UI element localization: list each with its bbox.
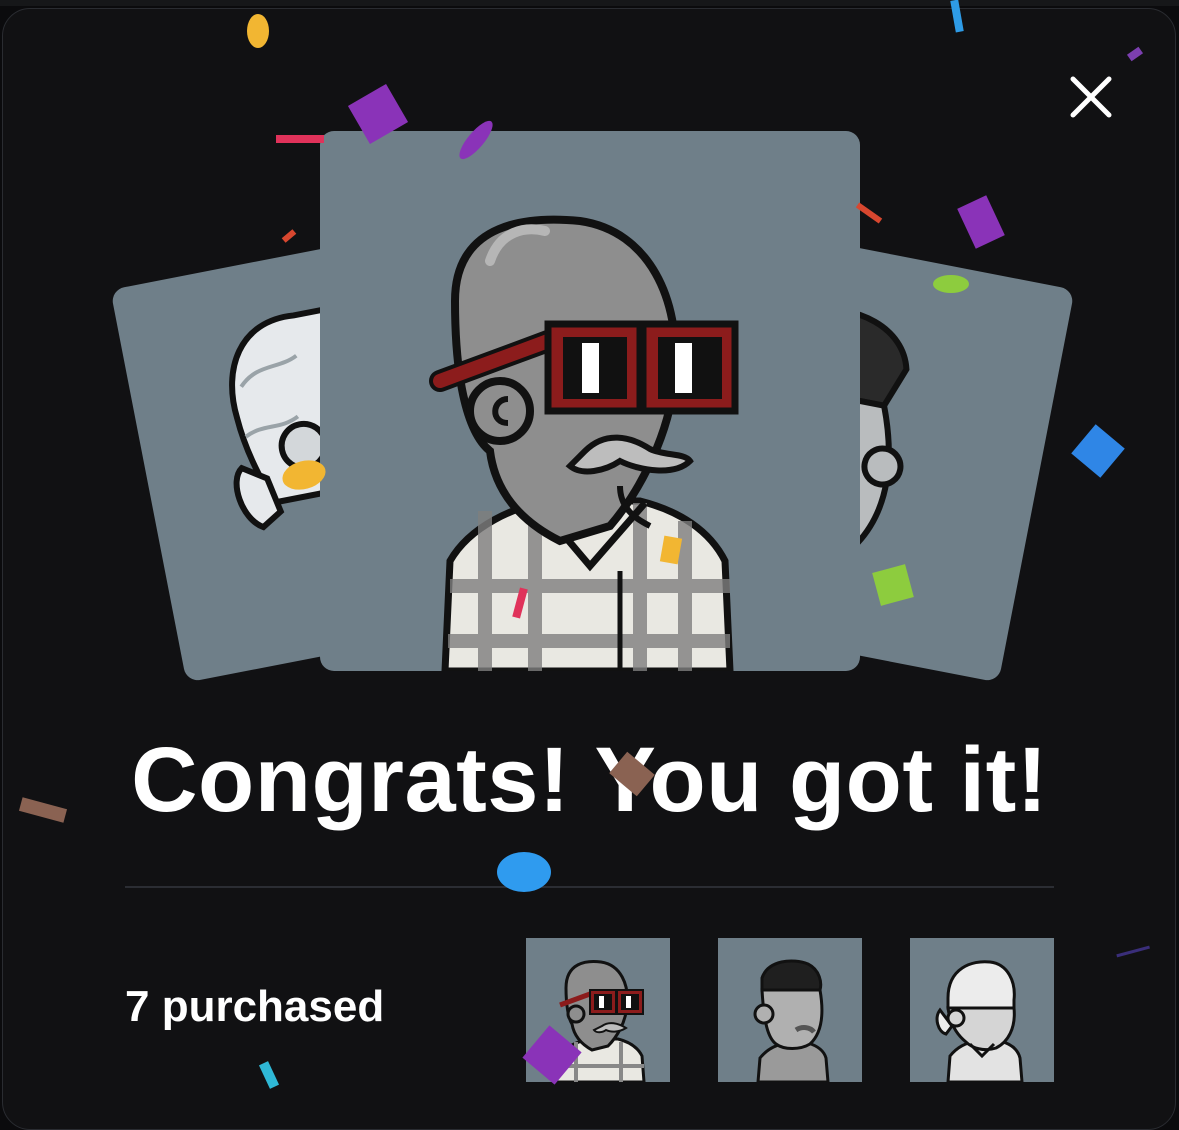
purchased-count: 7 purchased	[125, 982, 385, 1031]
purchased-thumbnail-3[interactable]	[910, 938, 1054, 1082]
avatar-bald-red-glasses-illustration	[429, 215, 739, 671]
top-strip	[0, 0, 1179, 6]
avatar-card-center	[320, 131, 860, 671]
purchased-thumbnail-1[interactable]	[526, 938, 670, 1082]
avatar-dark-hair-thumbnail	[753, 959, 830, 1082]
purchased-thumbnail-2[interactable]	[718, 938, 862, 1082]
avatar-white-bandana-thumbnail	[935, 960, 1024, 1082]
congrats-headline: Congrats! You got it!	[131, 729, 1048, 831]
avatar-bald-red-glasses-thumbnail	[554, 960, 646, 1082]
close-icon	[1070, 76, 1112, 118]
close-button[interactable]	[1060, 66, 1122, 128]
divider	[125, 886, 1054, 888]
